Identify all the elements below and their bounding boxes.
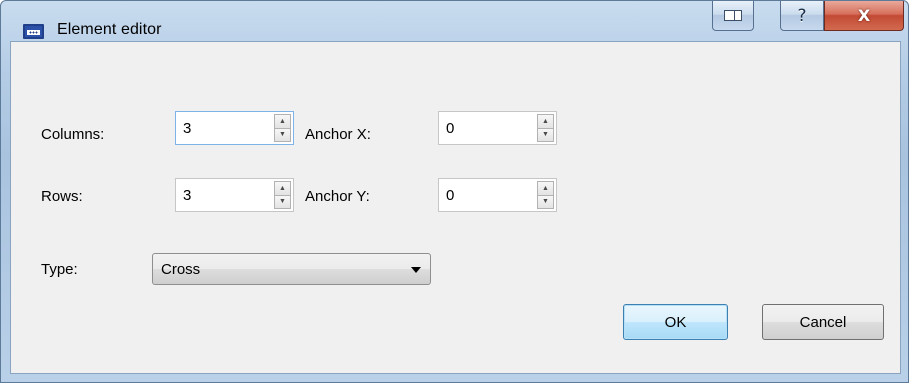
columns-label: Columns:: [41, 126, 105, 143]
anchor-y-decrement-button[interactable]: ▼: [537, 195, 554, 209]
close-icon: X: [857, 6, 871, 25]
columns-spinbox[interactable]: 3 ▲ ▼: [175, 111, 294, 145]
anchor-x-spinbox[interactable]: 0 ▲ ▼: [438, 111, 557, 145]
anchor-y-spinbox[interactable]: 0 ▲ ▼: [438, 178, 557, 212]
spin-down-icon: ▼: [542, 131, 549, 139]
anchor-y-label: Anchor Y:: [305, 188, 370, 205]
type-label: Type:: [41, 261, 78, 278]
type-selected-value: Cross: [161, 261, 201, 278]
help-button[interactable]: ?: [780, 1, 824, 31]
spin-up-icon: ▲: [279, 184, 286, 192]
spin-down-icon: ▼: [542, 198, 549, 206]
title-bar[interactable]: Element editor ? X: [1, 1, 908, 41]
type-dropdown[interactable]: Cross: [152, 253, 431, 285]
anchor-x-value[interactable]: 0: [446, 120, 454, 137]
close-button[interactable]: X: [824, 1, 904, 31]
rows-spinbox[interactable]: 3 ▲ ▼: [175, 178, 294, 212]
cancel-button-label: Cancel: [799, 313, 847, 331]
app-window-icon: [23, 24, 44, 39]
ok-button[interactable]: OK: [623, 304, 728, 340]
cancel-button[interactable]: Cancel: [762, 304, 884, 340]
chevron-down-icon: [411, 267, 421, 273]
anchor-x-decrement-button[interactable]: ▼: [537, 128, 554, 142]
columns-increment-button[interactable]: ▲: [274, 114, 291, 129]
anchor-x-increment-button[interactable]: ▲: [537, 114, 554, 129]
window-switch-button[interactable]: [712, 1, 754, 31]
spin-down-icon: ▼: [279, 198, 286, 206]
rows-decrement-button[interactable]: ▼: [274, 195, 291, 209]
rows-increment-button[interactable]: ▲: [274, 181, 291, 196]
window-switch-icon: [724, 10, 742, 21]
spin-up-icon: ▲: [542, 184, 549, 192]
columns-value[interactable]: 3: [183, 120, 191, 137]
spin-up-icon: ▲: [542, 117, 549, 125]
spin-down-icon: ▼: [279, 131, 286, 139]
element-editor-window: Element editor ? X Columns: 3 ▲ ▼ Anchor…: [0, 0, 909, 383]
spin-up-icon: ▲: [279, 117, 286, 125]
anchor-y-increment-button[interactable]: ▲: [537, 181, 554, 196]
help-icon: ?: [797, 5, 807, 26]
ok-button-label: OK: [664, 313, 687, 331]
rows-value[interactable]: 3: [183, 187, 191, 204]
window-title: Element editor: [57, 21, 162, 38]
anchor-x-label: Anchor X:: [305, 126, 371, 143]
columns-decrement-button[interactable]: ▼: [274, 128, 291, 142]
dialog-body: Columns: 3 ▲ ▼ Anchor X: 0 ▲ ▼ Rows: 3 ▲…: [10, 41, 901, 374]
anchor-y-value[interactable]: 0: [446, 187, 454, 204]
rows-label: Rows:: [41, 188, 83, 205]
